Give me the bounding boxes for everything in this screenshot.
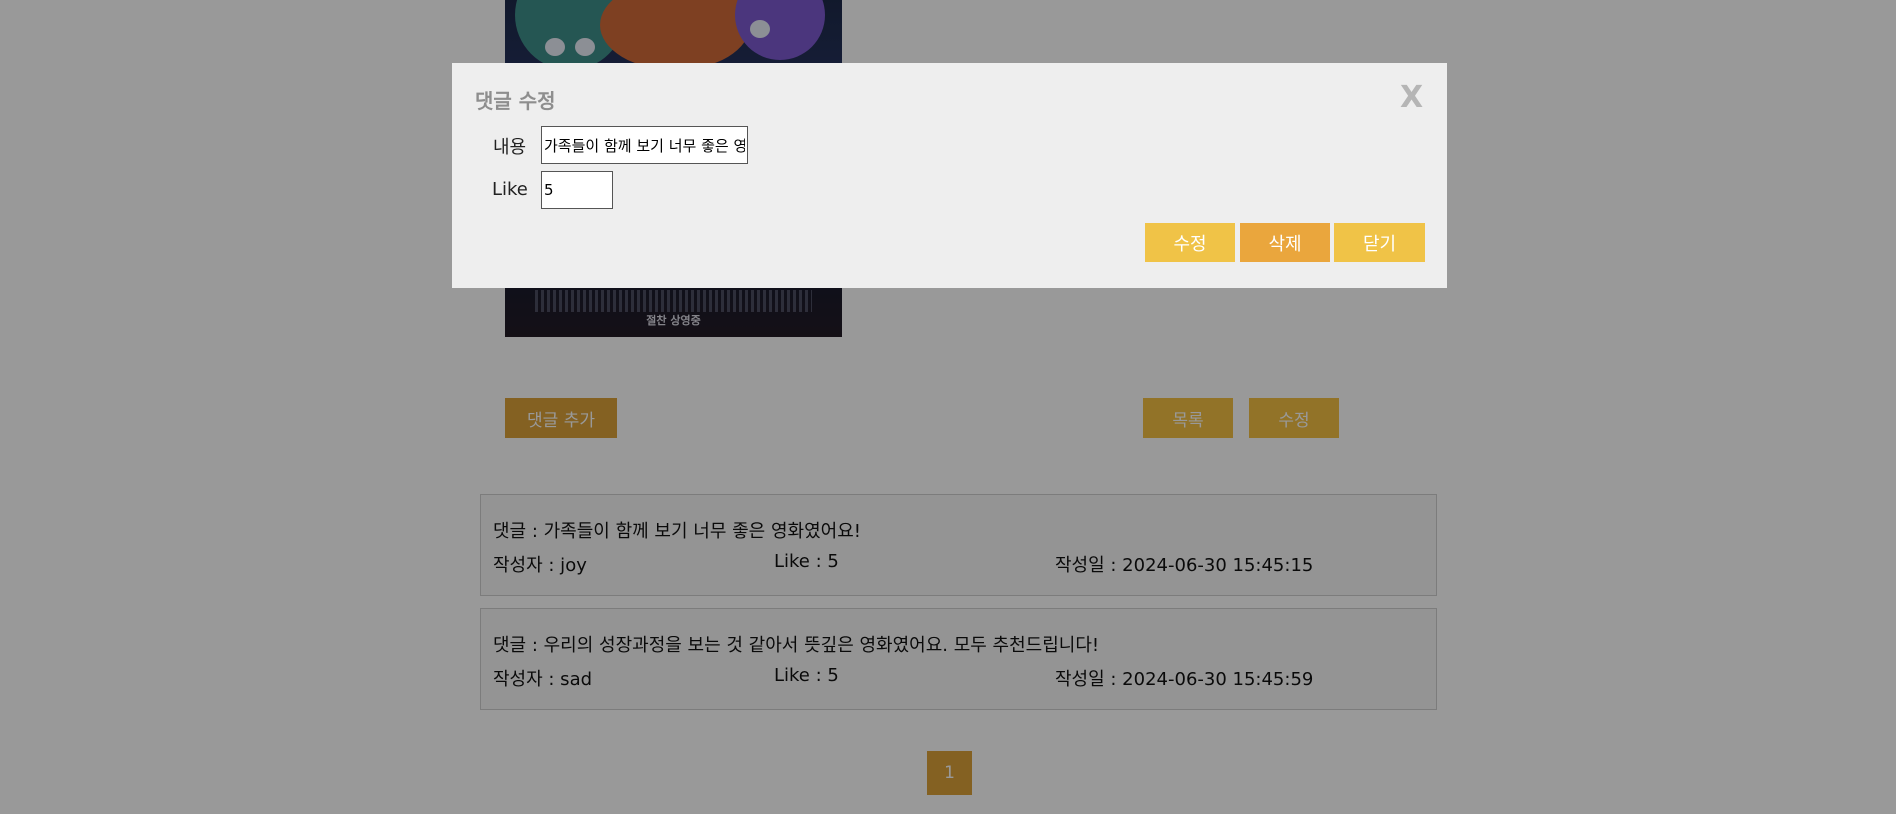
delete-button[interactable]: 삭제 — [1240, 223, 1330, 262]
close-icon[interactable]: X — [1400, 83, 1423, 113]
close-button[interactable]: 닫기 — [1334, 223, 1425, 262]
modal-title: 댓글 수정 — [475, 89, 556, 113]
content-input[interactable] — [541, 126, 748, 164]
like-input[interactable] — [541, 171, 613, 209]
content-label: 내용 — [493, 137, 527, 158]
edit-comment-modal: 댓글 수정 X 내용 Like 수정 삭제 닫기 — [452, 63, 1447, 288]
save-button[interactable]: 수정 — [1145, 223, 1235, 262]
like-label: Like — [492, 179, 528, 200]
